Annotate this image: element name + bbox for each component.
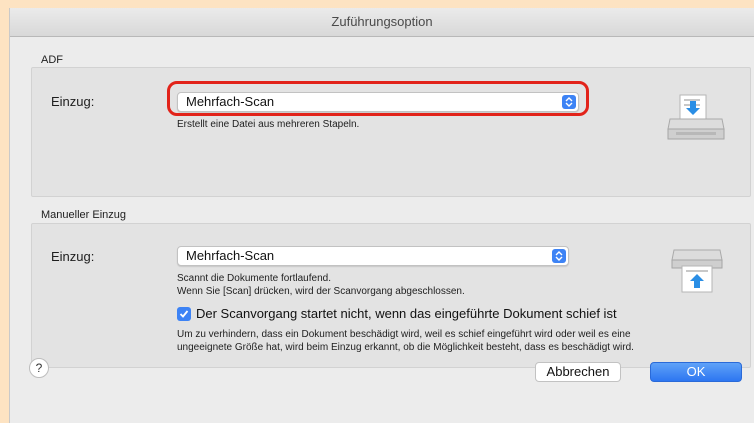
manual-feed-select[interactable]: Mehrfach-Scan <box>177 246 569 266</box>
adf-group: Einzug: Mehrfach-Scan Erstellt eine Date… <box>31 67 751 197</box>
window-title: Zuführungsoption <box>10 8 754 37</box>
cancel-button[interactable]: Abbrechen <box>535 362 621 382</box>
skew-detection-desc-line2: ungeeignete Größe hat, wird beim Einzug … <box>177 342 634 353</box>
ok-button[interactable]: OK <box>650 362 742 382</box>
skew-detection-label[interactable]: Der Scanvorgang startet nicht, wenn das … <box>196 306 617 321</box>
manual-group: Einzug: Mehrfach-Scan Scannt die Dokumen… <box>31 223 751 368</box>
scanner-manual-feed-icon <box>668 246 726 299</box>
adf-description: Erstellt eine Datei aus mehreren Stapeln… <box>177 119 360 130</box>
manual-section-label: Manueller Einzug <box>41 209 126 221</box>
manual-description-line1: Scannt die Dokumente fortlaufend. <box>177 273 331 284</box>
manual-feed-select-value: Mehrfach-Scan <box>186 248 275 263</box>
select-stepper-icon <box>552 249 566 263</box>
skew-detection-desc-line1: Um zu verhindern, dass ein Dokument besc… <box>177 329 631 340</box>
adf-section-label: ADF <box>41 54 63 66</box>
feed-option-dialog: Zuführungsoption ADF Einzug: Mehrfach-Sc… <box>9 8 754 423</box>
manual-description-line2: Wenn Sie [Scan] drücken, wird der Scanvo… <box>177 286 465 297</box>
manual-feed-label: Einzug: <box>51 249 95 264</box>
scanner-adf-icon <box>666 93 726 148</box>
skew-detection-checkbox[interactable] <box>177 307 191 321</box>
help-button[interactable]: ? <box>29 358 49 378</box>
highlight-frame <box>167 81 589 116</box>
adf-feed-label: Einzug: <box>51 94 95 109</box>
